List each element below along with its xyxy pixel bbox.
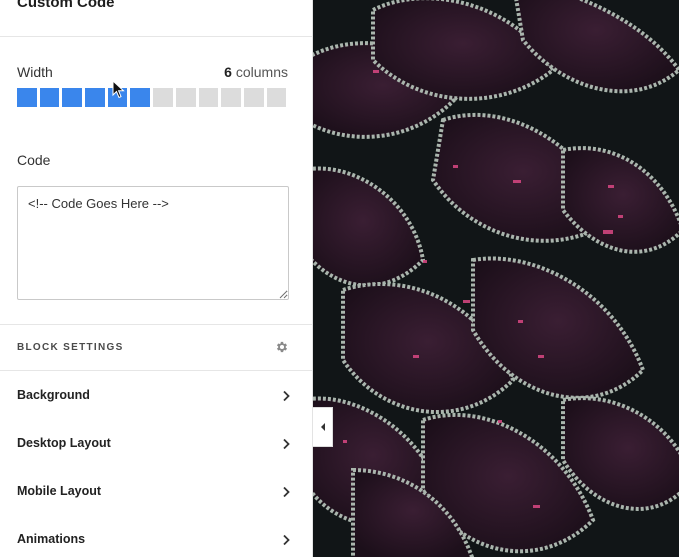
column-segment[interactable]: [175, 88, 196, 107]
width-label: Width: [17, 64, 53, 80]
column-width-selector[interactable]: [17, 88, 287, 107]
column-segment[interactable]: [153, 88, 173, 107]
panel-title: Custom Code: [17, 0, 115, 11]
settings-item-label: Background: [17, 388, 90, 402]
collapse-panel-button[interactable]: [313, 407, 333, 447]
settings-item-label: Desktop Layout: [17, 436, 111, 450]
settings-item-label: Animations: [17, 532, 86, 546]
settings-item-animations[interactable]: Animations: [0, 532, 312, 557]
divider: [0, 324, 312, 325]
code-input[interactable]: <!-- Code Goes Here -->: [17, 186, 289, 300]
chevron-right-icon: [283, 486, 290, 498]
gear-icon[interactable]: [275, 340, 289, 354]
mouse-cursor-icon: [112, 80, 125, 99]
column-segment[interactable]: [85, 88, 105, 107]
column-segment[interactable]: [198, 88, 219, 107]
column-segment[interactable]: [62, 88, 83, 107]
width-value-number: 6: [224, 64, 232, 80]
width-value: 6 columns: [224, 64, 288, 80]
settings-item-background[interactable]: Background: [0, 388, 312, 436]
divider: [0, 36, 312, 37]
code-label: Code: [17, 152, 51, 168]
settings-panel: Custom Code Width 6 columns Code <!-- Co…: [0, 0, 313, 557]
resize-grip-icon[interactable]: [279, 290, 288, 299]
column-segment[interactable]: [266, 88, 287, 107]
settings-item-label: Mobile Layout: [17, 484, 102, 498]
column-segment[interactable]: [243, 88, 264, 107]
column-segment[interactable]: [130, 88, 151, 107]
chevron-right-icon: [283, 534, 290, 546]
settings-item-mobile-layout[interactable]: Mobile Layout: [0, 484, 312, 532]
block-settings-heading: BLOCK SETTINGS: [17, 342, 124, 353]
column-segment[interactable]: [17, 88, 37, 107]
preview-image: [313, 0, 679, 557]
chevron-right-icon: [283, 390, 290, 402]
chevron-right-icon: [283, 438, 290, 450]
settings-item-desktop-layout[interactable]: Desktop Layout: [0, 436, 312, 484]
width-value-unit: columns: [235, 64, 288, 80]
column-segment[interactable]: [221, 88, 241, 107]
column-segment[interactable]: [39, 88, 60, 107]
coleus-leaves-photo: [313, 0, 679, 557]
collapse-left-icon: [320, 423, 325, 431]
divider: [0, 370, 312, 371]
